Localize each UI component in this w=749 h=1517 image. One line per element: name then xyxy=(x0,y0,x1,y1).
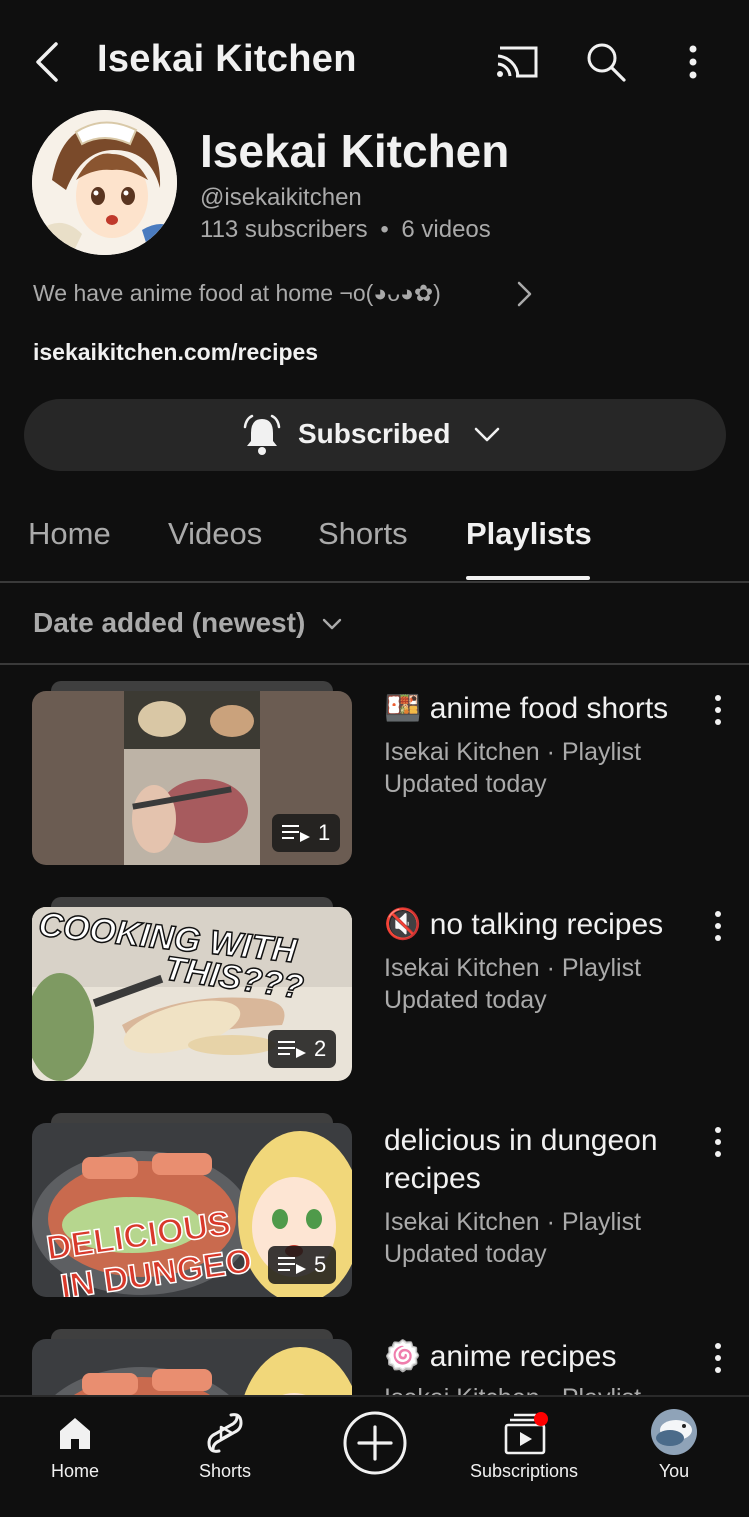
more-vert-icon[interactable] xyxy=(708,908,728,944)
tab-videos[interactable]: Videos xyxy=(168,516,262,552)
tabs-divider xyxy=(0,581,749,583)
playlist-icon xyxy=(282,825,310,842)
subscriptions-icon xyxy=(504,1412,548,1455)
video-count-badge: 2 xyxy=(268,1030,336,1068)
channel-avatar-illustration xyxy=(32,110,177,255)
tab-playlists[interactable]: Playlists xyxy=(466,516,592,552)
tab-shorts[interactable]: Shorts xyxy=(318,516,408,552)
more-vert-icon[interactable] xyxy=(708,692,728,728)
chevron-down-icon[interactable] xyxy=(320,614,344,634)
playlist-meta: Isekai Kitchen · Playlist xyxy=(384,738,642,766)
subscribed-label: Subscribed xyxy=(298,418,451,449)
you-avatar xyxy=(651,1409,697,1455)
create-icon xyxy=(343,1411,407,1475)
bell-all-notifications-icon xyxy=(243,414,281,455)
stats-separator: • xyxy=(380,216,389,243)
narutomaki-emoji-icon: 🍥 xyxy=(384,1340,422,1373)
cast-icon[interactable] xyxy=(494,42,540,82)
home-icon xyxy=(60,1418,90,1449)
playlist-meta: Isekai Kitchen · Playlist xyxy=(384,954,642,982)
sort-divider xyxy=(0,663,749,665)
video-count-badge: 5 xyxy=(268,1246,336,1284)
more-vert-icon[interactable] xyxy=(676,40,710,84)
playlist-title[interactable]: delicious in dungeon recipes xyxy=(384,1122,658,1198)
nav-shorts[interactable]: Shorts xyxy=(150,1397,300,1497)
nav-you[interactable]: You xyxy=(599,1397,749,1497)
sort-dropdown[interactable]: Date added (newest) xyxy=(33,607,305,639)
video-count: 6 videos xyxy=(401,216,491,243)
channel-avatar[interactable] xyxy=(32,110,177,255)
top-app-bar: Isekai Kitchen xyxy=(0,0,749,120)
playlist-icon xyxy=(278,1257,306,1274)
nav-home-label: Home xyxy=(50,1461,99,1481)
back-icon[interactable] xyxy=(30,40,64,84)
channel-description[interactable]: We have anime food at home ¬o(◕ᴗ◕✿) xyxy=(33,280,441,307)
shorts-icon xyxy=(207,1413,243,1453)
nav-you-label: You xyxy=(658,1461,690,1481)
more-vert-icon[interactable] xyxy=(708,1340,728,1376)
playlist-updated: Updated today xyxy=(384,986,547,1014)
playlist-icon xyxy=(278,1041,306,1058)
nav-subscriptions[interactable]: Subscriptions xyxy=(449,1397,599,1497)
bottom-navigation: Home Shorts Subscriptions You xyxy=(0,1395,749,1517)
playlist-meta: Isekai Kitchen · Playlist xyxy=(384,1208,642,1236)
channel-link[interactable]: isekaikitchen.com/recipes xyxy=(33,339,318,366)
channel-handle: @isekaikitchen xyxy=(200,184,362,211)
app-bar-title: Isekai Kitchen xyxy=(97,38,357,80)
playlist-updated: Updated today xyxy=(384,770,547,798)
chevron-right-icon[interactable] xyxy=(512,279,536,309)
video-count-badge: 1 xyxy=(272,814,340,852)
active-tab-indicator xyxy=(466,576,590,580)
channel-stats: 113 subscribers • 6 videos xyxy=(200,216,491,244)
playlist-updated: Updated today xyxy=(384,1240,547,1268)
tab-home[interactable]: Home xyxy=(28,516,111,552)
muted-speaker-emoji-icon: 🔇 xyxy=(384,908,422,941)
playlist-title[interactable]: 🔇 no talking recipes xyxy=(384,906,663,944)
nav-subscriptions-label: Subscriptions xyxy=(469,1461,579,1481)
video-count: 1 xyxy=(318,820,331,845)
nav-shorts-label: Shorts xyxy=(198,1461,252,1481)
search-icon[interactable] xyxy=(584,40,628,84)
channel-name: Isekai Kitchen xyxy=(200,125,510,177)
nav-home[interactable]: Home xyxy=(0,1397,150,1497)
more-vert-icon[interactable] xyxy=(708,1124,728,1160)
nav-create[interactable] xyxy=(300,1397,450,1497)
chevron-down-icon xyxy=(474,427,500,442)
video-count: 2 xyxy=(314,1036,327,1061)
playlist-title[interactable]: 🍥 anime recipes xyxy=(384,1338,616,1376)
video-count: 5 xyxy=(314,1252,327,1277)
playlist-title[interactable]: 🍱 anime food shorts xyxy=(384,690,668,728)
bento-emoji-icon: 🍱 xyxy=(384,692,422,725)
subscriber-count: 113 subscribers xyxy=(200,216,368,243)
